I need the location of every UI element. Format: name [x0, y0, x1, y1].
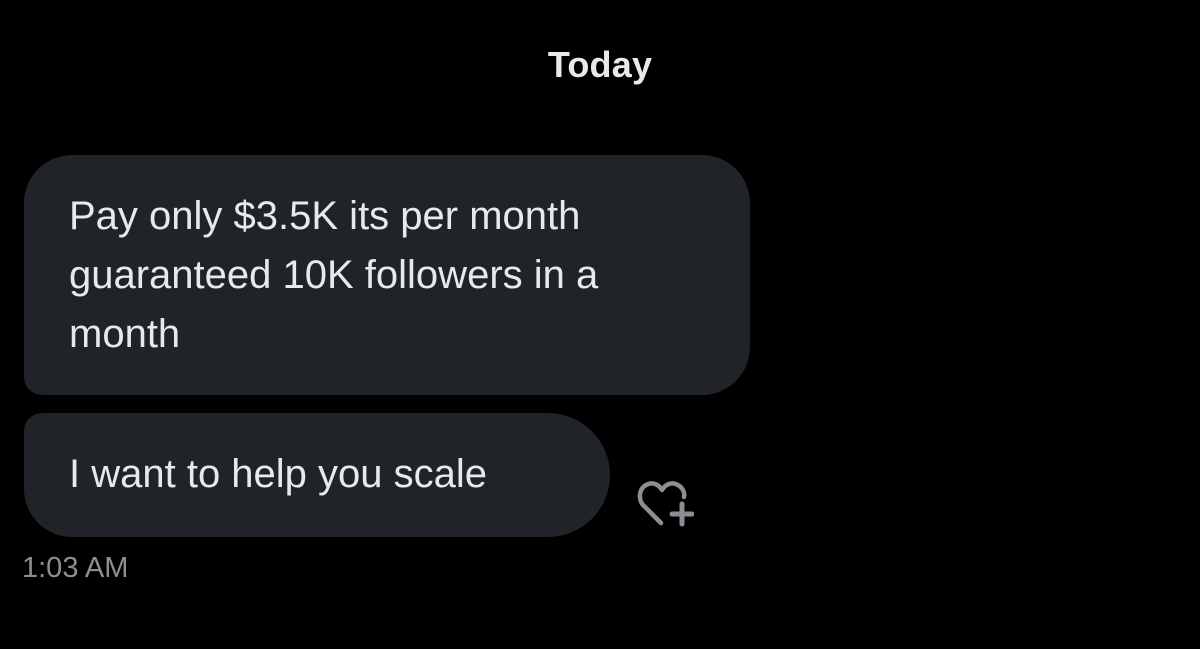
date-divider: Today [547, 44, 653, 85]
heart-plus-icon [637, 481, 694, 527]
message-bubble[interactable]: Pay only $3.5K its per month guaranteed … [24, 155, 750, 395]
message-bubble[interactable]: I want to help you scale [24, 413, 610, 537]
message-timestamp: 1:03 AM [22, 552, 129, 584]
add-reaction-button[interactable] [636, 478, 694, 530]
